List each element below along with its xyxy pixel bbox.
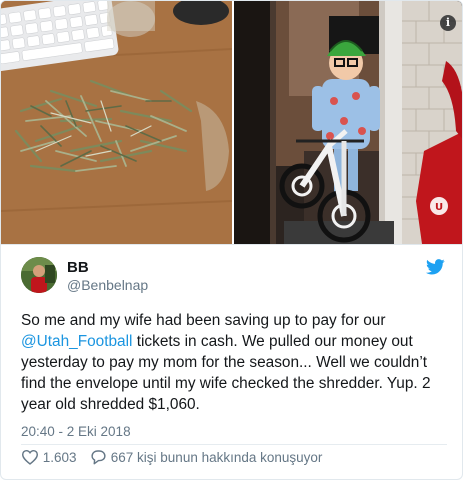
conversation-count: 667 kişi bunun hakkında konuşuyor <box>110 449 323 465</box>
child-on-bike-illustration: U <box>234 1 462 244</box>
author-display-name[interactable]: BB <box>67 259 89 276</box>
heart-icon <box>21 450 39 466</box>
conversation-link[interactable]: 667 kişi bunun hakkında konuşuyor <box>90 449 322 465</box>
author-handle[interactable]: @Benbelnap <box>67 277 148 293</box>
speech-bubble-icon <box>91 450 106 465</box>
tweet-media[interactable]: U i <box>1 1 462 245</box>
twitter-bird-icon[interactable] <box>426 259 445 275</box>
divider <box>21 444 447 445</box>
photo-shredded-money[interactable] <box>1 1 232 244</box>
photo-child-on-bike[interactable]: U <box>234 1 462 244</box>
avatar-image <box>21 257 57 293</box>
shredded-money-illustration <box>1 1 232 244</box>
info-icon[interactable]: i <box>440 15 456 31</box>
author-avatar[interactable] <box>21 257 57 293</box>
tweet-text-part: So me and my wife had been saving up to … <box>21 312 386 329</box>
mention-link[interactable]: @Utah_Football <box>21 333 132 350</box>
tweet-timestamp[interactable]: 20:40 - 2 Eki 2018 <box>21 424 131 439</box>
like-button[interactable]: 1.603 <box>21 449 77 466</box>
like-count: 1.603 <box>42 449 77 465</box>
embedded-tweet-card: U i BB @Benbelnap So me and my wife had … <box>0 0 463 480</box>
tweet-text: So me and my wife had been saving up to … <box>21 310 449 415</box>
svg-text:U: U <box>435 202 443 213</box>
